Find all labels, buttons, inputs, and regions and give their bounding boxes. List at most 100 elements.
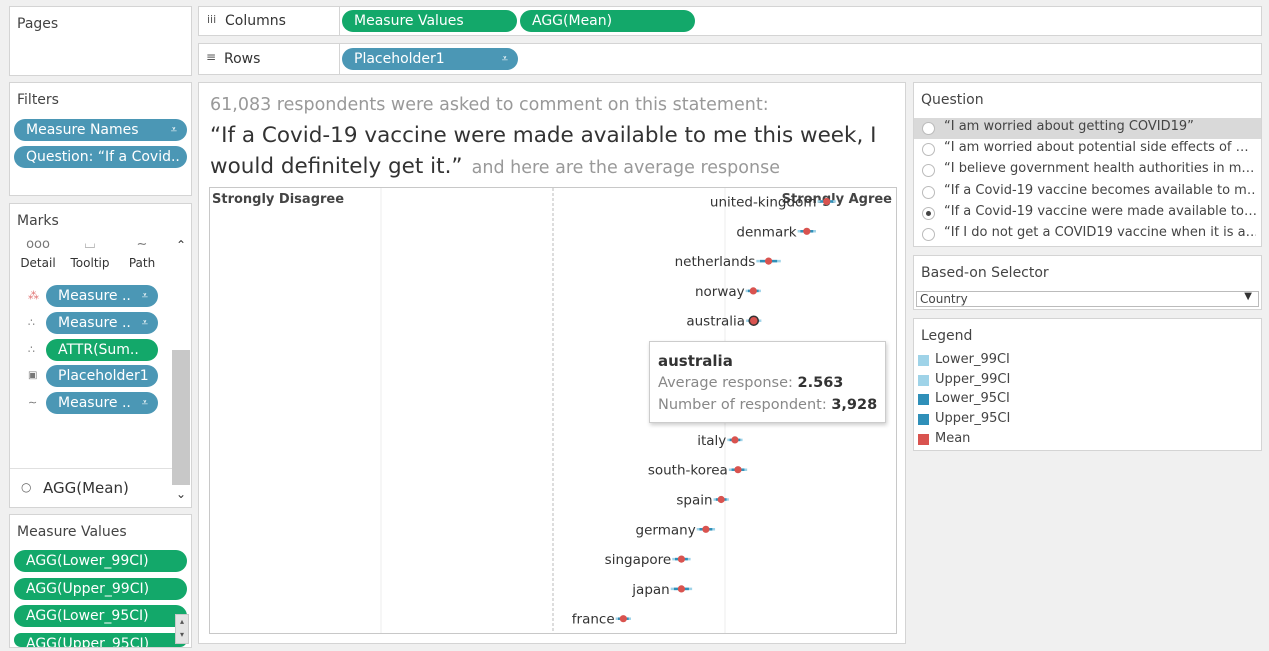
question-radio[interactable]: [922, 122, 935, 135]
question-title: Question: [921, 92, 984, 108]
columns-icon: iii: [207, 13, 217, 26]
rows-pill-placeholder1[interactable]: Placeholder1 ⩡: [342, 48, 518, 70]
question-option-label[interactable]: “I am worried about potential side effec…: [944, 140, 1256, 155]
question-radio[interactable]: [922, 228, 935, 241]
question-radio[interactable]: [922, 185, 935, 199]
agg-mean-card[interactable]: AGG(Mean): [43, 479, 129, 497]
pages-title: Pages: [17, 16, 59, 32]
measure-value-pill[interactable]: AGG(Upper_99CI): [14, 578, 187, 600]
marks-field-tooltip[interactable]: Placeholder1: [46, 365, 158, 387]
rows-label: Rows: [224, 51, 261, 67]
country-label: singapore: [605, 552, 672, 568]
mean-point[interactable]: [677, 585, 686, 593]
scroll-up-icon[interactable]: ⌃: [176, 238, 186, 252]
columns-pill-measure-values[interactable]: Measure Values: [342, 10, 517, 32]
rows-pill-label: Placeholder1: [354, 51, 445, 67]
statement-suffix: and here are the average response: [471, 158, 780, 178]
tooltip-icon: ▣: [28, 370, 38, 381]
measure-values-title: Measure Values: [17, 524, 127, 540]
columns-pill-agg-mean[interactable]: AGG(Mean): [520, 10, 695, 32]
mean-point[interactable]: [731, 436, 739, 444]
path-icon: ∼: [28, 396, 38, 409]
marks-divider: [10, 468, 172, 469]
marks-scrollbar[interactable]: [172, 350, 190, 485]
tooltip-icon: ⌴: [84, 237, 96, 252]
legend-label: Upper_95CI: [935, 411, 1011, 427]
mean-point[interactable]: [702, 525, 710, 533]
sort-icon: ⩡: [141, 316, 148, 329]
question-option-label[interactable]: “If a Covid-19 vaccine becomes available…: [944, 183, 1256, 198]
path-icon: ∼: [136, 237, 148, 252]
mean-point[interactable]: [677, 555, 686, 563]
legend-swatch[interactable]: [918, 394, 929, 406]
marks-field-path[interactable]: Measure .. ⩡: [46, 392, 158, 414]
tooltip-country: australia: [658, 352, 733, 370]
statement-line-1: “If a Covid-19 vaccine were made availab…: [210, 123, 877, 148]
country-label: denmark: [736, 224, 796, 240]
mean-point[interactable]: [717, 495, 725, 504]
measure-value-pill[interactable]: AGG(Lower_95CI): [14, 605, 187, 627]
color-icon: ⁂: [28, 289, 39, 302]
marks-field-color[interactable]: Measure .. ⩡: [46, 285, 158, 307]
tooltip-respondents: Number of respondent: 3,928: [658, 397, 878, 413]
question-option-label[interactable]: “I am worried about getting COVID19”: [944, 119, 1256, 134]
country-label: united-kingdom: [710, 195, 817, 211]
based-on-dropdown[interactable]: Country ▼: [916, 291, 1259, 307]
question-radio[interactable]: [922, 206, 935, 220]
scroll-down-icon[interactable]: ⌄: [176, 487, 186, 501]
mean-point[interactable]: [749, 287, 757, 295]
detail-icon: ∴: [28, 316, 35, 329]
country-label: netherlands: [675, 254, 756, 270]
mean-point[interactable]: [619, 615, 627, 623]
strongly-disagree-label: Strongly Disagree: [212, 192, 344, 207]
legend-swatch[interactable]: [918, 355, 929, 366]
legend-label: Lower_99CI: [935, 352, 1010, 367]
pages-panel: Pages: [9, 6, 192, 76]
country-label: japan: [631, 582, 669, 598]
filter-pill-question[interactable]: Question: “If a Covid..: [14, 146, 187, 168]
tooltip-average: Average response: 2.563: [658, 375, 844, 391]
rows-icon: ≡: [206, 50, 217, 64]
circle-mark-icon: ○: [21, 480, 32, 494]
tooltip-button[interactable]: ⌴ Tooltip: [68, 236, 112, 274]
measure-values-scrollbar[interactable]: ▴ ▾: [175, 614, 189, 644]
statement-line-2: would definitely get it.” and here are t…: [210, 154, 780, 179]
legend-label: Lower_95CI: [935, 391, 1010, 407]
sort-icon: ⩡: [170, 123, 177, 136]
chevron-down-icon: ▼: [1244, 291, 1252, 302]
mean-point[interactable]: [803, 227, 811, 235]
country-label: spain: [676, 493, 712, 509]
marks-field-detail-2[interactable]: ATTR(Sum..: [46, 339, 158, 361]
measure-value-pill[interactable]: AGG(Lower_99CI): [14, 550, 187, 572]
mean-point[interactable]: [748, 315, 759, 326]
question-option-label[interactable]: “I believe government health authorities…: [944, 161, 1256, 176]
sort-icon: ⩡: [141, 396, 148, 409]
marks-field-detail-1[interactable]: Measure .. ⩡: [46, 312, 158, 334]
legend-label: Mean: [935, 430, 971, 446]
country-label: norway: [695, 284, 745, 300]
based-on-value: Country: [920, 292, 968, 306]
statement-end: would definitely get it.”: [210, 154, 463, 179]
measure-value-pill[interactable]: AGG(Upper_95CI): [14, 633, 187, 647]
tooltip: australia Average response: 2.563 Number…: [649, 341, 886, 423]
marks-title: Marks: [17, 213, 59, 229]
detail-button[interactable]: ooo Detail: [16, 236, 60, 274]
legend-swatch[interactable]: [918, 433, 929, 445]
legend-title: Legend: [921, 328, 973, 344]
question-option-label[interactable]: “If I do not get a COVID19 vaccine when …: [944, 225, 1256, 240]
intro-text: 61,083 respondents were asked to comment…: [210, 95, 769, 115]
mean-point[interactable]: [734, 466, 742, 474]
columns-label: Columns: [225, 13, 286, 29]
mean-point[interactable]: [764, 257, 773, 265]
mean-point[interactable]: [823, 197, 831, 206]
country-label: south-korea: [648, 463, 728, 479]
path-button[interactable]: ∼ Path: [120, 236, 164, 274]
country-label: germany: [636, 522, 696, 538]
filter-pill-measure-names[interactable]: Measure Names ⩡: [14, 119, 187, 141]
question-option-label[interactable]: “If a Covid-19 vaccine were made availab…: [944, 204, 1256, 219]
country-label: australia: [686, 314, 745, 330]
sort-icon: ⩡: [141, 289, 148, 302]
sort-icon: ⩡: [501, 52, 508, 65]
legend-swatch[interactable]: [918, 414, 929, 426]
legend-swatch[interactable]: [918, 374, 929, 386]
